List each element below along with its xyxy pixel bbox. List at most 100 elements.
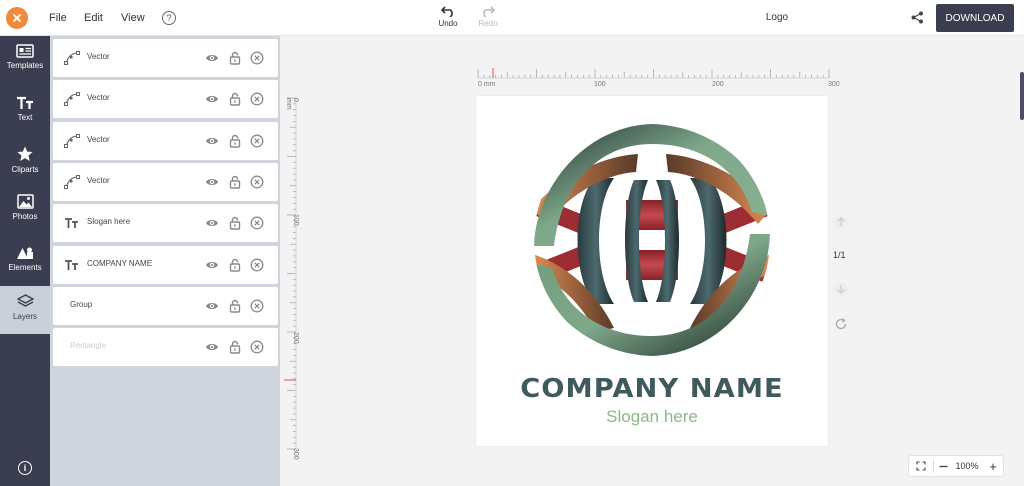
undo-button[interactable]: Undo — [436, 5, 460, 28]
delete-icon[interactable] — [250, 175, 264, 189]
zoom-level[interactable]: 100% — [953, 456, 981, 476]
text-icon — [17, 96, 33, 109]
eye-icon[interactable] — [205, 340, 219, 354]
eye-icon[interactable] — [205, 51, 219, 65]
unlock-icon[interactable] — [228, 340, 242, 354]
vertical-ruler-ticks — [284, 97, 297, 450]
text-icon — [65, 259, 78, 270]
eye-icon[interactable] — [205, 134, 219, 148]
company-name-text[interactable]: COMPANY NAME — [467, 374, 837, 404]
top-bar: File Edit View ? Undo Redo Logo DOWNLOAD — [0, 0, 1024, 36]
redo-button[interactable]: Redo — [476, 5, 500, 28]
layer-label: Vector — [87, 175, 110, 185]
vector-icon — [64, 51, 80, 65]
delete-icon[interactable] — [250, 51, 264, 65]
vector-icon — [64, 133, 80, 148]
layer-row[interactable]: Vector — [53, 121, 278, 160]
nav-photos-label: Photos — [12, 212, 38, 221]
zoom-in-button[interactable]: + — [985, 456, 1001, 476]
nav-photos[interactable]: Photos — [0, 194, 50, 232]
text-icon — [65, 218, 78, 229]
unlock-icon[interactable] — [228, 299, 242, 313]
delete-icon[interactable] — [250, 299, 264, 313]
refresh-icon[interactable] — [833, 316, 849, 332]
eye-icon[interactable] — [205, 216, 219, 230]
help-icon[interactable]: ? — [162, 11, 176, 25]
unlock-icon[interactable] — [228, 134, 242, 148]
layers-panel: Vector Vector Vector Vector Slogan here COMPA… — [50, 36, 280, 486]
layer-row[interactable]: COMPANY NAME — [53, 245, 278, 284]
layer-row[interactable]: Slogan here — [53, 204, 278, 243]
unlock-icon[interactable] — [228, 216, 242, 230]
zoom-out-button[interactable] — [936, 456, 950, 476]
vertical-ruler: 0 mm 100 200 300 — [284, 96, 304, 460]
layer-label: Vector — [87, 93, 110, 103]
nav-elements[interactable]: Elements — [0, 246, 50, 284]
layer-row[interactable]: Vector — [53, 80, 278, 119]
download-button[interactable]: DOWNLOAD — [936, 4, 1014, 32]
right-scrollbar[interactable] — [1020, 72, 1024, 120]
nav-text-label: Text — [17, 113, 33, 122]
share-icon[interactable] — [911, 11, 924, 24]
nav-layers[interactable]: Layers — [0, 286, 50, 334]
logo-graphic[interactable] — [476, 96, 828, 376]
document-title[interactable]: Logo — [740, 12, 814, 23]
layer-label: Vector — [87, 52, 110, 61]
delete-icon[interactable] — [250, 134, 264, 148]
fullscreen-icon — [916, 461, 926, 471]
delete-icon[interactable] — [250, 340, 264, 354]
vector-icon — [64, 174, 80, 189]
move-up-icon[interactable] — [833, 214, 849, 230]
delete-icon[interactable] — [250, 258, 264, 272]
move-down-icon[interactable] — [833, 281, 849, 297]
templates-icon — [16, 44, 34, 58]
nav-text[interactable]: Text — [0, 96, 50, 134]
unlock-icon[interactable] — [228, 258, 242, 272]
eye-icon[interactable] — [205, 258, 219, 272]
hruler-label-200: 200 — [712, 81, 724, 88]
delete-icon[interactable] — [250, 92, 264, 106]
fit-screen-button[interactable] — [913, 456, 929, 476]
layer-row[interactable]: Vector — [53, 39, 278, 77]
close-icon — [13, 14, 21, 22]
layer-label: Group — [70, 299, 93, 309]
nav-templates[interactable]: Templates — [0, 44, 50, 84]
unlock-icon[interactable] — [228, 175, 242, 189]
slogan-text[interactable]: Slogan here — [476, 407, 828, 427]
layer-row[interactable]: Group — [53, 286, 278, 325]
close-editor-button[interactable] — [6, 7, 28, 29]
nav-cliparts-label: Cliparts — [11, 165, 39, 174]
zoom-divider — [933, 459, 934, 473]
menu-file[interactable]: File — [49, 0, 67, 36]
menu-edit[interactable]: Edit — [84, 0, 103, 36]
delete-icon[interactable] — [250, 216, 264, 230]
photo-icon — [16, 194, 34, 209]
layer-row[interactable]: Vector — [53, 162, 278, 201]
layer-row[interactable]: Rectangle — [53, 328, 278, 367]
nav-elements-label: Elements — [8, 263, 42, 272]
undo-icon — [441, 6, 453, 17]
menu-view[interactable]: View — [121, 0, 145, 36]
eye-icon[interactable] — [205, 299, 219, 313]
horizontal-ruler-ticks — [477, 68, 830, 79]
layer-label: Rectangle — [70, 341, 107, 351]
eye-icon[interactable] — [205, 175, 219, 189]
zoom-bar: 100% + — [908, 455, 1004, 477]
vruler-label-300: 300 — [292, 448, 299, 460]
nav-templates-label: Templates — [6, 61, 44, 70]
nav-cliparts[interactable]: Cliparts — [0, 146, 50, 184]
minus-icon — [939, 465, 947, 467]
eye-icon[interactable] — [205, 92, 219, 106]
layers-icon — [16, 294, 34, 307]
horizontal-ruler: 0 mm 100 200 300 — [476, 66, 840, 90]
left-nav: Templates Text Cliparts Photos Elements … — [0, 36, 50, 486]
vruler-label-0: 0 mm — [285, 98, 299, 110]
redo-label: Redo — [478, 19, 498, 28]
info-icon[interactable]: i — [18, 461, 32, 475]
unlock-icon[interactable] — [228, 51, 242, 65]
design-canvas[interactable]: COMPANY NAME Slogan here — [476, 96, 828, 446]
hruler-label-0: 0 mm — [478, 81, 496, 88]
unlock-icon[interactable] — [228, 92, 242, 106]
layer-label: Slogan here — [87, 217, 131, 227]
star-icon — [17, 146, 33, 161]
